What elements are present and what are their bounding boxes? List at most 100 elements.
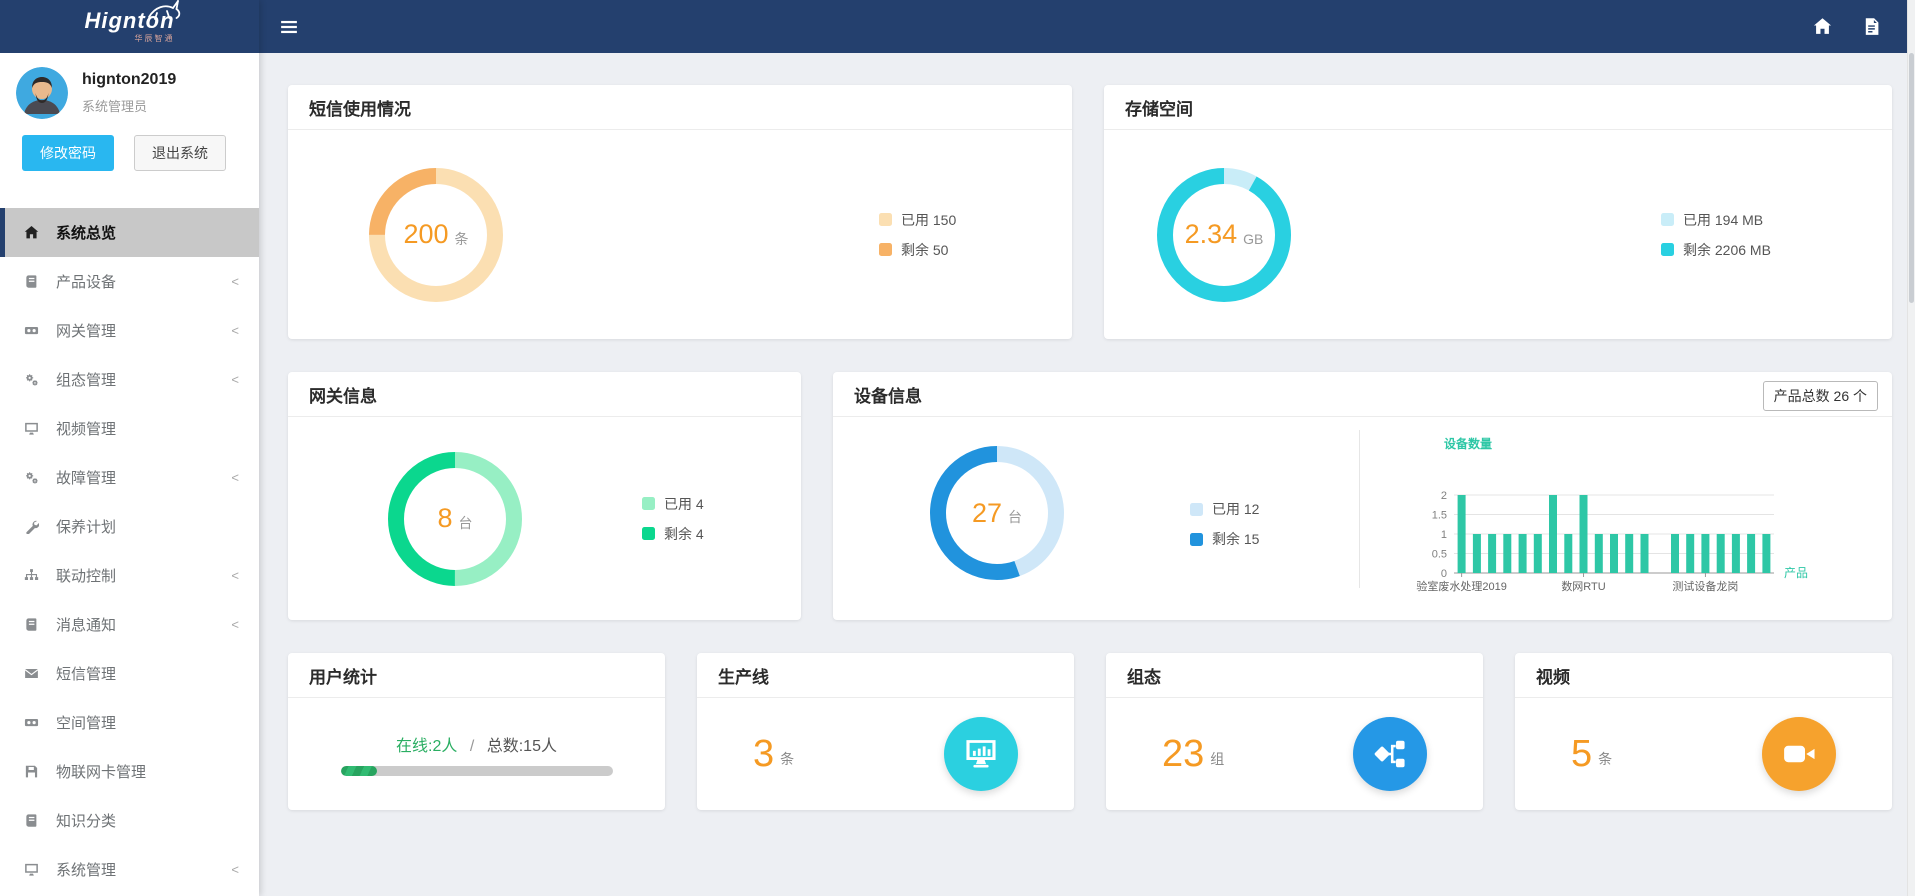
gateway-info-card: 网关信息 8台 已用 4 剩余 4 [288, 372, 801, 620]
sidebar-item-video-management[interactable]: 视频管理 [0, 404, 259, 453]
change-password-button[interactable]: 修改密码 [22, 135, 114, 171]
storage-card: 存储空间 2.34 GB 已用 194 MB 剩余 2206 MB [1104, 85, 1892, 339]
top-navbar [259, 0, 1915, 53]
sidebar-item-sms-management[interactable]: 短信管理 [0, 649, 259, 698]
legend-label: 剩余 50 [901, 240, 948, 260]
sidebar-item-label: 视频管理 [56, 418, 116, 439]
document-icon[interactable] [1862, 17, 1881, 36]
legend-label: 剩余 2206 MB [1683, 240, 1771, 260]
users-card-title: 用户统计 [309, 663, 377, 688]
sidebar-item-label: 物联网卡管理 [56, 761, 146, 782]
legend-item[interactable]: 已用 4 [642, 494, 704, 514]
antelope-logo-icon [145, 0, 185, 26]
legend-item[interactable]: 剩余 2206 MB [1661, 240, 1771, 260]
legend-item[interactable]: 已用 150 [879, 210, 956, 230]
legend-item[interactable]: 剩余 15 [1190, 529, 1259, 549]
desktop-icon [24, 421, 48, 436]
user-role: 系统管理员 [82, 96, 176, 115]
scada-card: 组态 23 组 [1106, 653, 1483, 810]
svg-text:1: 1 [1441, 529, 1447, 541]
progressbar-fill [341, 766, 377, 776]
donut-center-value: 2.34 [1185, 219, 1238, 250]
sidebar-item-label: 消息通知 [56, 614, 116, 635]
row-3: 用户统计 在线:2人 / 总数:15人 [288, 653, 1892, 810]
sidebar-toggle-hamburger-icon[interactable] [280, 18, 298, 36]
legend-swatch [642, 527, 655, 540]
legend-label: 剩余 15 [1212, 529, 1259, 549]
chevron-icon: < [231, 862, 239, 877]
sidebar-item-scada-management[interactable]: 组态管理< [0, 355, 259, 404]
sidebar-item-system-management[interactable]: 系统管理 < [0, 845, 259, 894]
sidebar-item-product-device[interactable]: 产品设备< [0, 257, 259, 306]
logo: Hignton 华辰智通 [0, 0, 259, 53]
legend-item[interactable]: 已用 12 [1190, 499, 1259, 519]
scada-card-title: 组态 [1127, 663, 1161, 688]
device-legend: 已用 12 剩余 15 [1190, 499, 1259, 549]
legend-item[interactable]: 已用 194 MB [1661, 210, 1771, 230]
scada-unit: 组 [1210, 749, 1224, 773]
sidebar-item-label: 系统管理 [56, 859, 116, 880]
sidebar-item-system-overview[interactable]: 系统总览 [0, 208, 259, 257]
envelope-icon [24, 666, 48, 681]
svg-text:0: 0 [1441, 568, 1447, 580]
donut-center-value: 8 [437, 503, 452, 534]
legend-item[interactable]: 剩余 50 [879, 240, 956, 260]
storage-card-title: 存储空间 [1125, 95, 1193, 120]
sidebar-item-knowledge-category[interactable]: 知识分类 [0, 796, 259, 845]
sidebar-menu: 系统总览产品设备<网关管理<组态管理<视频管理故障管理<保养计划联动控制<消息通… [0, 208, 259, 896]
sidebar-item-message-notification[interactable]: 消息通知 < [0, 600, 259, 649]
chevron-icon: < [231, 568, 239, 583]
sms-usage-card: 短信使用情况 200条 已用 150剩余 50 [288, 85, 1072, 339]
donut-center-label: 200条 [361, 160, 511, 310]
sidebar-item-label: 组态管理 [56, 369, 116, 390]
book-icon [24, 617, 48, 632]
total-count: 总数:15人 [487, 738, 557, 755]
chevron-icon: < [231, 323, 239, 338]
sidebar-item-iot-card-management[interactable]: 物联网卡管理 [0, 747, 259, 796]
home-icon [24, 225, 48, 240]
donut-center-value: 200 [403, 219, 448, 250]
donut-center-label: 2.34 GB [1149, 160, 1299, 310]
sidebar-item-label: 短信管理 [56, 663, 116, 684]
gateway-donut-chart: 8台 [380, 444, 530, 594]
home-icon[interactable] [1813, 17, 1832, 36]
page-scrollbar[interactable] [1907, 0, 1915, 896]
sidebar-item-linkage-control[interactable]: 联动控制< [0, 551, 259, 600]
scada-icon-badge [1353, 717, 1427, 791]
sidebar-item-label: 网关管理 [56, 320, 116, 341]
video-unit: 条 [1598, 749, 1612, 773]
scrollbar-thumb[interactable] [1909, 53, 1914, 303]
chevron-icon: < [231, 274, 239, 289]
sidebar-item-gateway-management[interactable]: 网关管理 < [0, 306, 259, 355]
sidebar-item-fault-management[interactable]: 故障管理< [0, 453, 259, 502]
sidebar: Hignton 华辰智通 hignton2019 系统管理员 修改密码 [0, 0, 259, 896]
donut-center-unit: GB [1243, 231, 1263, 247]
production-line-icon-badge [944, 717, 1018, 791]
legend-label: 已用 12 [1212, 499, 1259, 519]
sidebar-item-space-management[interactable]: 空间管理 [0, 698, 259, 747]
gateway-card-title: 网关信息 [309, 382, 377, 407]
svg-text:1.5: 1.5 [1432, 510, 1447, 522]
legend-swatch [1661, 243, 1674, 256]
device-donut-chart: 27台 [922, 438, 1072, 588]
hdd-icon [24, 323, 48, 338]
storage-donut-chart: 2.34 GB [1149, 160, 1299, 310]
donut-center-unit: 台 [1008, 507, 1022, 527]
logout-button[interactable]: 退出系统 [134, 135, 226, 171]
svg-text:数网RTU: 数网RTU [1561, 580, 1605, 593]
online-count: 在线:2人 [396, 738, 457, 755]
legend-item[interactable]: 剩余 4 [642, 524, 704, 544]
sidebar-item-maintenance-plan[interactable]: 保养计划 [0, 502, 259, 551]
bar-chart-svg: 设备数量00.511.52验室废水处理2019数网RTU测试设备龙岗产品 [1424, 432, 1824, 597]
donut-center-unit: 台 [459, 513, 473, 533]
hdd-icon [24, 715, 48, 730]
legend-label: 已用 150 [901, 210, 956, 230]
svg-text:验室废水处理2019: 验室废水处理2019 [1416, 579, 1506, 593]
book-icon [24, 813, 48, 828]
video-camera-icon [1780, 735, 1818, 773]
donut-center-label: 27台 [922, 438, 1072, 588]
product-total-badge[interactable]: 产品总数 26 个 [1763, 381, 1878, 411]
chevron-icon: < [231, 617, 239, 632]
profile-actions: 修改密码 退出系统 [0, 123, 259, 171]
user-statistics-card: 用户统计 在线:2人 / 总数:15人 [288, 653, 665, 810]
